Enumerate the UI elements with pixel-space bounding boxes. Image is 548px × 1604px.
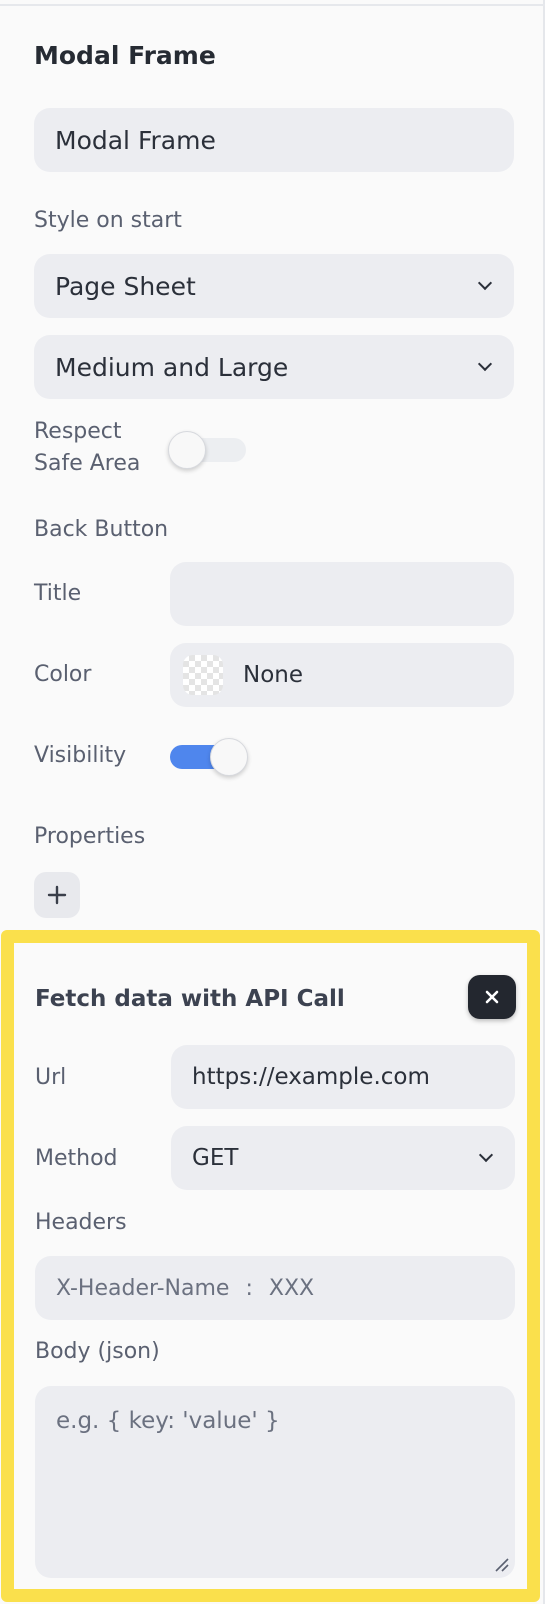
modal-section-title: Modal Frame xyxy=(34,41,216,70)
resize-handle-icon[interactable] xyxy=(493,1556,509,1572)
sheet-detents-select[interactable]: Medium and Large xyxy=(34,335,514,399)
chevron-down-icon xyxy=(478,1147,494,1163)
body-placeholder: e.g. { key: 'value' } xyxy=(56,1408,280,1434)
header-name-placeholder[interactable]: X-Header-Name xyxy=(56,1276,229,1301)
method-label: Method xyxy=(35,1146,118,1171)
back-button-visibility-label: Visibility xyxy=(34,743,127,768)
header-row-input[interactable]: X-Header-Name : XXX xyxy=(35,1256,515,1320)
url-input[interactable]: https://example.com xyxy=(171,1045,515,1109)
chevron-down-icon xyxy=(477,356,493,372)
add-property-button[interactable] xyxy=(34,872,80,918)
url-label: Url xyxy=(35,1065,67,1090)
method-select[interactable]: GET xyxy=(171,1126,515,1190)
safe-area-label-line1: Respect xyxy=(34,419,122,444)
visibility-toggle-knob xyxy=(210,738,248,776)
safe-area-toggle[interactable] xyxy=(168,430,250,470)
safe-area-label: Respect Safe Area xyxy=(34,416,140,480)
api-call-section: Fetch data with API Call Url https://exa… xyxy=(1,930,540,1602)
method-value: GET xyxy=(192,1145,239,1171)
headers-label: Headers xyxy=(35,1210,127,1235)
url-value: https://example.com xyxy=(192,1064,430,1090)
chevron-down-icon xyxy=(477,275,493,291)
close-icon xyxy=(485,990,499,1004)
presentation-style-value: Page Sheet xyxy=(55,271,196,301)
close-button[interactable] xyxy=(468,975,516,1019)
header-separator: : xyxy=(245,1275,253,1301)
visibility-toggle[interactable] xyxy=(170,737,252,777)
safe-area-toggle-knob xyxy=(168,431,206,469)
back-button-title-input[interactable] xyxy=(170,562,514,626)
plus-icon xyxy=(47,885,67,905)
transparent-swatch-icon xyxy=(183,655,223,695)
body-textarea[interactable]: e.g. { key: 'value' } xyxy=(35,1386,515,1578)
back-button-heading: Back Button xyxy=(34,517,169,542)
back-button-color-value: None xyxy=(243,662,304,688)
safe-area-label-line2: Safe Area xyxy=(34,451,141,476)
body-label: Body (json) xyxy=(35,1339,160,1364)
style-on-start-label: Style on start xyxy=(34,208,182,233)
back-button-color-label: Color xyxy=(34,662,92,687)
presentation-style-select[interactable]: Page Sheet xyxy=(34,254,514,318)
header-value-placeholder[interactable]: XXX xyxy=(269,1276,314,1301)
modal-name-value: Modal Frame xyxy=(55,125,216,155)
sheet-detents-value: Medium and Large xyxy=(55,352,289,382)
modal-name-input[interactable]: Modal Frame xyxy=(34,108,514,172)
api-call-title: Fetch data with API Call xyxy=(35,986,345,1012)
properties-label: Properties xyxy=(34,824,146,849)
back-button-color-picker[interactable]: None xyxy=(170,643,514,707)
back-button-title-label: Title xyxy=(34,581,82,606)
panel-top-border xyxy=(0,4,545,6)
